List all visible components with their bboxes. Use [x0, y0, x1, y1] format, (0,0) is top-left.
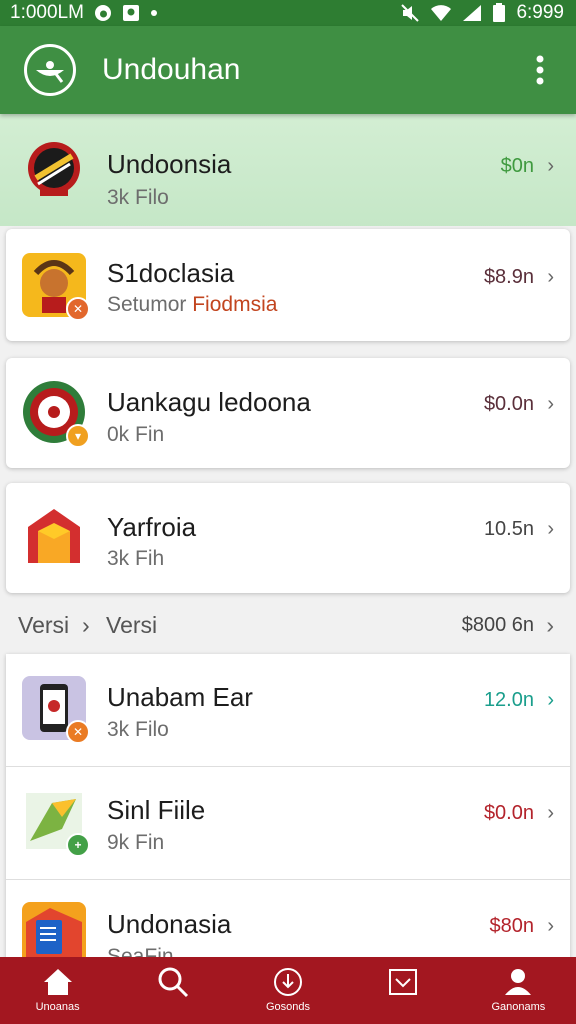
- wifi-icon: [430, 4, 452, 22]
- tools-badge-icon: ✕: [66, 297, 90, 321]
- list-item[interactable]: Undonasia SeaFin $80n ›: [6, 880, 570, 957]
- download-icon: [274, 968, 302, 996]
- list-item[interactable]: ▾ Uankagu ledoona 0k Fin $0.0n ›: [6, 358, 570, 468]
- mute-icon: [400, 4, 420, 22]
- item-subtitle-a: Setumor: [107, 293, 187, 316]
- battery-text: 6:999: [516, 2, 564, 23]
- nav-home-label: Unoanas: [35, 1001, 80, 1013]
- chevron-right-icon: ›: [547, 518, 554, 540]
- item-subtitle: 9k Fin: [107, 831, 165, 854]
- item-title: Sinl Fiile: [107, 795, 206, 825]
- add-badge-icon: +: [66, 833, 90, 857]
- tools-badge-icon: ✕: [66, 720, 90, 744]
- chevron-right-icon: ›: [547, 802, 554, 824]
- item-subtitle-b: Fiodmsia: [192, 293, 278, 316]
- item-subtitle: SeaFin: [107, 945, 174, 957]
- list-item[interactable]: Yarfroia 3k Fih 10.5n ›: [6, 483, 570, 593]
- chevron-right-icon: ›: [546, 612, 554, 638]
- content: Undoonsia 3k Filo $0n › ✕ S1doclasia Set…: [0, 114, 576, 957]
- inbox-icon: [389, 969, 418, 995]
- chevron-right-icon: ›: [547, 915, 554, 937]
- app-bar: Undouhan: [0, 26, 576, 114]
- app-list: ✕ Unabam Ear 3k Filo 12.0n › + Sinl Fiil…: [6, 654, 570, 957]
- chevron-right-icon: ›: [82, 612, 90, 638]
- nav-downloads-label: Gosonds: [265, 1001, 311, 1013]
- search-icon: [158, 967, 188, 998]
- section-left-label: Versi: [18, 612, 70, 638]
- notification-icon: [122, 4, 140, 22]
- item-subtitle: Setumor Fiodmsia: [107, 293, 277, 317]
- signal-icon: [462, 4, 482, 22]
- chevron-right-icon: ›: [547, 689, 554, 711]
- nav-search[interactable]: [115, 957, 230, 1024]
- item-title: Uankagu ledoona: [107, 387, 311, 417]
- chevron-right-icon: ›: [547, 155, 554, 177]
- item-price: 12.0n: [483, 689, 534, 711]
- profile-icon: [505, 969, 532, 995]
- garuda-emblem-icon: [22, 138, 86, 202]
- item-price: $0.0n: [483, 393, 534, 415]
- chevron-right-icon: ›: [547, 266, 554, 288]
- featured-item[interactable]: Undoonsia 3k Filo $0n ›: [0, 114, 576, 226]
- section-header[interactable]: Versi › Versi $800 6n ›: [0, 610, 576, 640]
- battery-icon: [492, 3, 506, 23]
- item-subtitle: 3k Fih: [107, 547, 165, 570]
- dot-icon: [150, 9, 158, 17]
- more-vert-icon[interactable]: [522, 46, 558, 94]
- chevron-right-icon: ›: [547, 393, 554, 415]
- featured-subtitle: 3k Filo: [107, 186, 169, 209]
- section-right-value: $800 6n: [461, 614, 534, 636]
- status-bar: 1:000LM 6:999: [0, 0, 576, 26]
- item-price: $8.9n: [483, 266, 534, 288]
- item-title: Yarfroia: [107, 512, 197, 542]
- item-subtitle: 3k Filo: [107, 718, 169, 741]
- nav-home[interactable]: Unoanas: [0, 957, 115, 1024]
- item-title: S1doclasia: [107, 258, 235, 288]
- status-time: 1:000LM: [10, 2, 84, 23]
- featured-title: Undoonsia: [107, 149, 232, 179]
- map-app-icon: +: [22, 789, 90, 857]
- nav-downloads[interactable]: Gosonds: [230, 957, 345, 1024]
- item-subtitle: 0k Fin: [107, 423, 165, 446]
- item-price: $80n: [489, 915, 535, 937]
- nav-profile-label: Ganonams: [491, 1001, 546, 1013]
- phone-app-icon: ✕: [22, 676, 90, 744]
- list-item[interactable]: + Sinl Fiile 9k Fin $0.0n ›: [6, 767, 570, 879]
- list-item[interactable]: ✕ S1doclasia Setumor Fiodmsia $8.9n ›: [6, 229, 570, 341]
- box-app-icon: [22, 505, 86, 569]
- app-title: Undouhan: [102, 53, 241, 86]
- item-price: 10.5n: [483, 518, 534, 540]
- item-title: Unabam Ear: [107, 682, 253, 712]
- featured-price: $0n: [500, 155, 534, 177]
- item-title: Undonasia: [107, 909, 232, 939]
- bottom-nav: Unoanas Gosonds Ganonams: [0, 957, 576, 1024]
- list-item[interactable]: ✕ Unabam Ear 3k Filo 12.0n ›: [6, 654, 570, 766]
- globe-logo-icon[interactable]: [24, 44, 76, 96]
- item-price: $0.0n: [483, 802, 534, 824]
- nav-profile[interactable]: Ganonams: [461, 957, 576, 1024]
- home-icon: [43, 969, 72, 995]
- document-app-icon: [22, 902, 86, 957]
- mascot-app-icon: ✕: [22, 253, 90, 321]
- vodafone-icon: [94, 4, 112, 22]
- soccer-badge-icon: ▾: [22, 380, 90, 448]
- shield-badge-icon: ▾: [66, 424, 90, 448]
- nav-inbox[interactable]: [346, 957, 461, 1024]
- section-middle-label: Versi: [106, 612, 158, 638]
